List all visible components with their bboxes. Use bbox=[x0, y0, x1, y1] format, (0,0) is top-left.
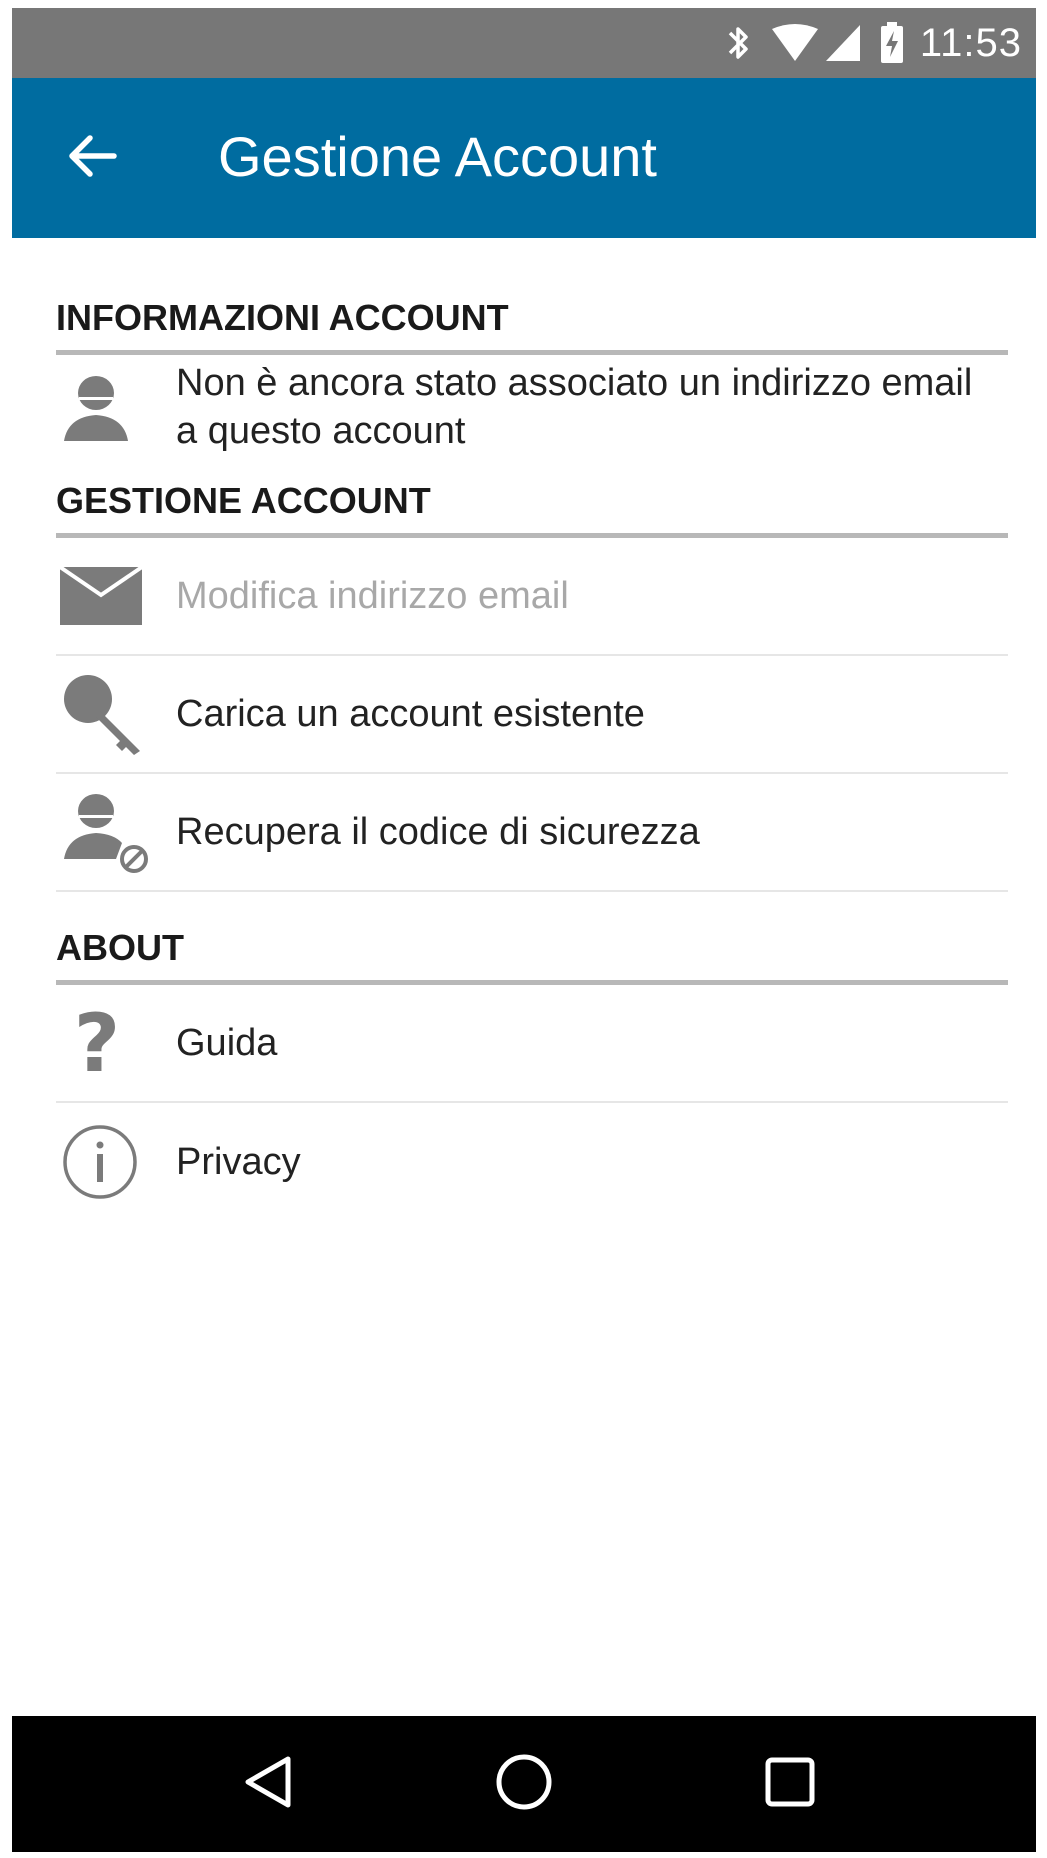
page-title: Gestione Account bbox=[218, 125, 657, 188]
account-email-status-row: Non è ancora stato associato un indirizz… bbox=[56, 355, 1008, 459]
mail-icon bbox=[56, 565, 176, 627]
help-item[interactable]: ? Guida bbox=[56, 985, 1008, 1103]
status-bar: 11:53 bbox=[12, 8, 1036, 78]
nav-back-button[interactable] bbox=[228, 1744, 308, 1824]
back-button[interactable] bbox=[56, 122, 128, 194]
arrow-back-icon bbox=[66, 132, 118, 185]
back-triangle-icon bbox=[242, 1754, 294, 1815]
section-header-about: ABOUT bbox=[56, 928, 1008, 985]
nav-home-button[interactable] bbox=[484, 1744, 564, 1824]
change-email-label: Modifica indirizzo email bbox=[176, 575, 569, 617]
battery-charging-icon bbox=[880, 22, 904, 64]
settings-list: INFORMAZIONI ACCOUNT Non è ancora stato … bbox=[56, 238, 1008, 1221]
user-blocked-icon bbox=[56, 789, 176, 875]
load-existing-account-item[interactable]: Carica un account esistente bbox=[56, 656, 1008, 774]
section-header-account-management: GESTIONE ACCOUNT bbox=[56, 481, 1008, 538]
info-icon bbox=[56, 1122, 176, 1202]
cell-signal-icon bbox=[824, 23, 862, 63]
wifi-icon bbox=[770, 23, 820, 63]
help-label: Guida bbox=[176, 1022, 278, 1064]
load-existing-account-label: Carica un account esistente bbox=[176, 693, 645, 735]
user-icon bbox=[56, 369, 176, 445]
recover-security-code-item[interactable]: Recupera il codice di sicurezza bbox=[56, 774, 1008, 892]
change-email-item[interactable]: Modifica indirizzo email bbox=[56, 538, 1008, 656]
app-bar: Gestione Account bbox=[12, 78, 1036, 238]
system-nav-bar bbox=[12, 1716, 1036, 1852]
key-icon bbox=[56, 671, 176, 757]
privacy-label: Privacy bbox=[176, 1141, 301, 1183]
status-time: 11:53 bbox=[919, 20, 1022, 65]
svg-text:?: ? bbox=[74, 1003, 120, 1083]
account-email-status-text: Non è ancora stato associato un indirizz… bbox=[176, 362, 973, 452]
recover-security-code-label: Recupera il codice di sicurezza bbox=[176, 811, 700, 853]
home-circle-icon bbox=[494, 1752, 554, 1817]
bluetooth-icon bbox=[726, 23, 752, 63]
nav-recents-button[interactable] bbox=[750, 1744, 830, 1824]
recents-square-icon bbox=[764, 1756, 816, 1813]
section-header-account-info: INFORMAZIONI ACCOUNT bbox=[56, 298, 1008, 355]
help-icon: ? bbox=[56, 1003, 176, 1083]
privacy-item[interactable]: Privacy bbox=[56, 1103, 1008, 1221]
screen: 11:53 Gestione Account INFORMAZIONI ACCO… bbox=[12, 8, 1036, 1852]
